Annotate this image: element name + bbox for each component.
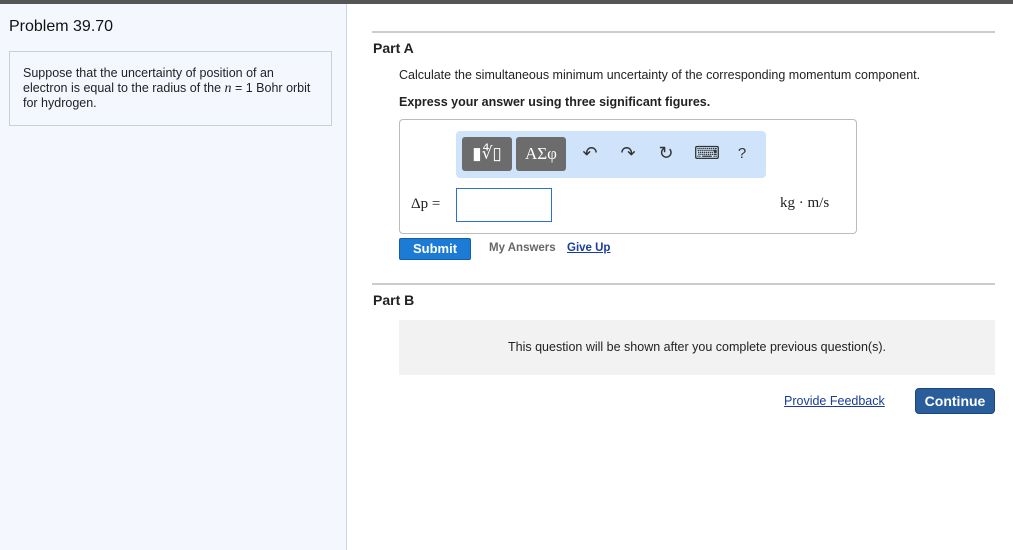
my-answers-link[interactable]: My Answers [489,242,556,254]
part-b-label: Part B [373,292,415,308]
help-icon[interactable]: ? [732,145,752,162]
answer-label: Δp = [411,196,441,212]
instruction-text: Express your answer using three signific… [399,95,711,109]
reset-icon[interactable]: ↻ [656,143,676,164]
unit-label: kg · m/s [780,195,830,211]
undo-icon[interactable]: ↶ [580,143,600,164]
answer-input[interactable] [456,188,552,222]
problem-panel: Problem 39.70 Suppose that the uncertain… [0,4,347,550]
continue-button[interactable]: Continue [915,388,995,414]
redo-icon[interactable]: ↷ [618,143,638,164]
problem-title: Problem 39.70 [9,18,114,35]
divider [372,283,995,285]
question-text: Calculate the simultaneous minimum uncer… [399,68,921,82]
divider [372,31,995,33]
math-toolbar: ▮∜▯ ΑΣφ ↶ ↷ ↻ ⌨ ? [456,131,766,178]
provide-feedback-link[interactable]: Provide Feedback [784,394,885,408]
part-a-label: Part A [373,40,414,56]
templates-button[interactable]: ▮∜▯ [462,137,512,171]
greek-symbols-button[interactable]: ΑΣφ [516,137,566,171]
locked-message: This question will be shown after you co… [399,320,995,375]
submit-button[interactable]: Submit [399,238,471,260]
problem-statement: Suppose that the uncertainty of position… [9,51,332,126]
keyboard-icon[interactable]: ⌨ [694,143,720,164]
answer-box: ▮∜▯ ΑΣφ ↶ ↷ ↻ ⌨ ? Δp = kg · m/s [399,119,857,234]
give-up-link[interactable]: Give Up [567,242,610,254]
